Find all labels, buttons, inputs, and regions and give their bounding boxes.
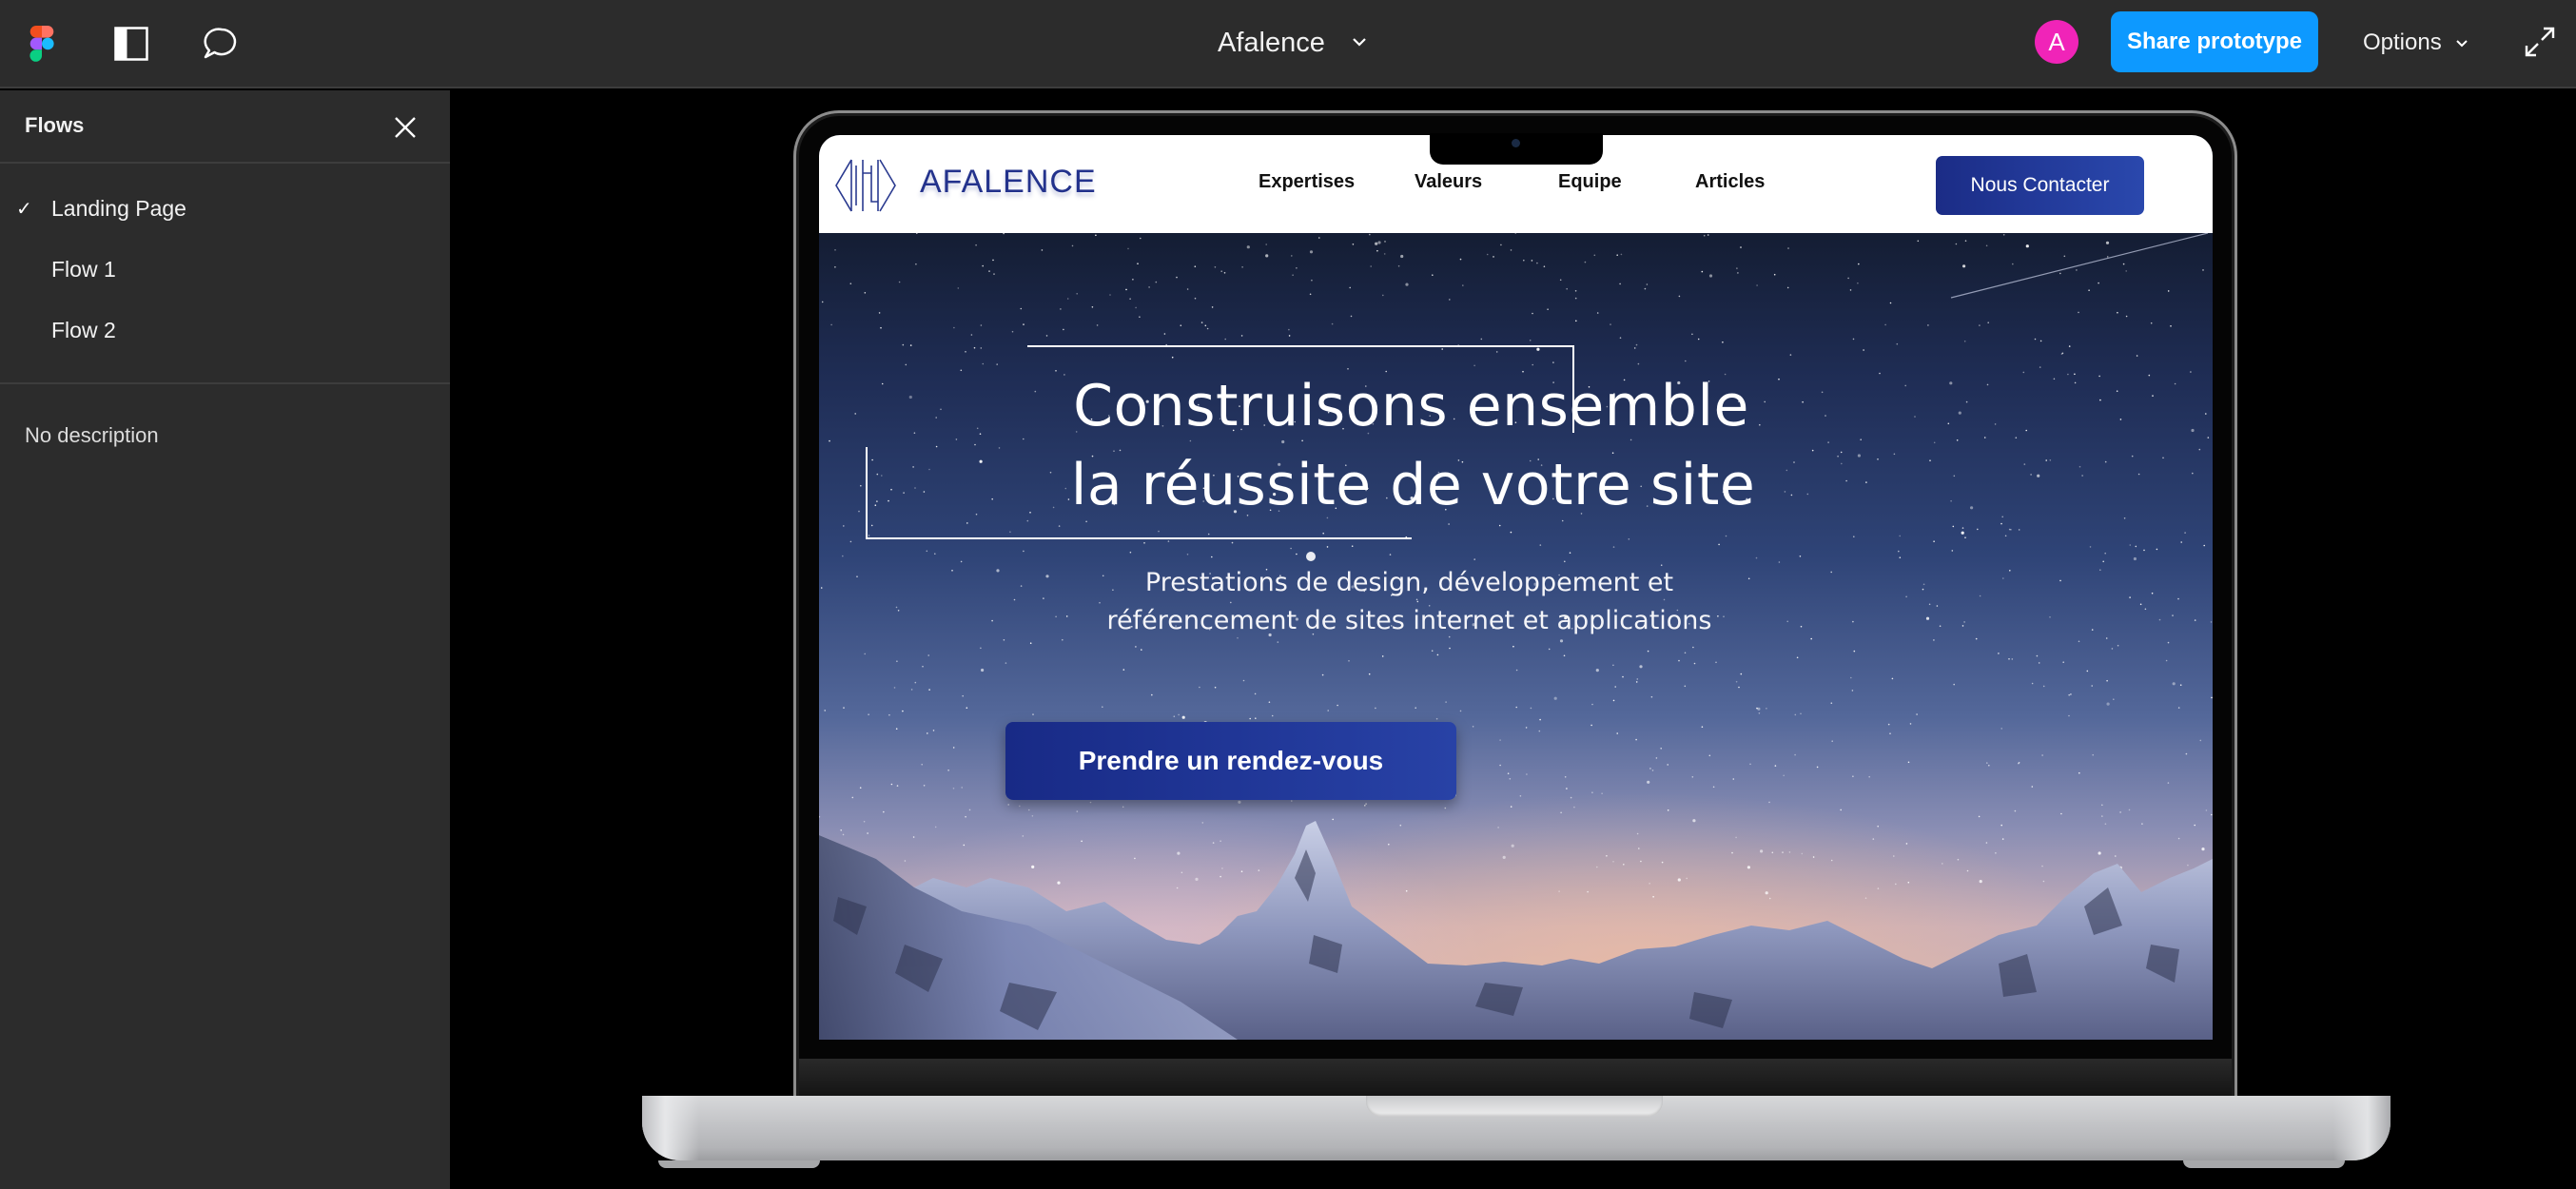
flow-item-flow-1[interactable]: Flow 1: [0, 241, 450, 298]
book-appointment-button[interactable]: Prendre un rendez-vous: [1005, 722, 1456, 800]
laptop-bezel: [799, 1059, 2232, 1097]
site-brand-name[interactable]: AFALENCE: [920, 164, 1097, 201]
hero-section: Construisons ensemble la réussite de vot…: [819, 233, 2213, 1040]
flow-item-label: Flow 2: [51, 317, 116, 342]
check-icon: ✓: [16, 198, 32, 220]
hero-subtitle-line-2: référencement de sites internet et appli…: [1106, 606, 1712, 635]
file-title-dropdown[interactable]: Afalence: [1218, 21, 1367, 65]
flows-panel-header: Flows: [0, 90, 450, 164]
hero-title-line-1: Construisons ensemble: [1073, 373, 1749, 439]
flow-description: No description: [25, 423, 159, 447]
user-avatar[interactable]: A: [2035, 20, 2078, 64]
flows-panel: Flows ✓ Landing Page Flow 1 Flow 2 No de…: [0, 90, 450, 1189]
laptop-screen: AFALENCE Expertises Valeurs Equipe Artic…: [819, 135, 2213, 1040]
mountain-landscape-image: [819, 821, 2213, 1040]
decorative-line-top: [1027, 345, 1573, 347]
sidebar-toggle-icon[interactable]: [110, 23, 152, 65]
close-icon[interactable]: [388, 110, 422, 145]
flow-item-flow-2[interactable]: Flow 2: [0, 302, 450, 359]
flows-panel-title: Flows: [25, 113, 85, 137]
fullscreen-expand-icon[interactable]: [2523, 25, 2557, 59]
comment-icon[interactable]: [200, 23, 242, 65]
nav-expertises[interactable]: Expertises: [1259, 171, 1355, 193]
laptop-hinge: [1366, 1096, 1663, 1117]
flow-item-label: Landing Page: [51, 195, 186, 221]
chevron-down-icon: [1352, 31, 1367, 51]
chevron-down-icon: [2455, 35, 2469, 51]
flow-item-label: Flow 1: [51, 256, 116, 282]
options-dropdown[interactable]: Options: [2363, 21, 2469, 65]
flow-item-landing-page[interactable]: ✓ Landing Page: [0, 180, 450, 237]
camera-icon: [1512, 139, 1520, 147]
share-prototype-button[interactable]: Share prototype: [2111, 11, 2318, 72]
laptop-foot-left: [658, 1160, 820, 1168]
file-title: Afalence: [1218, 27, 1325, 58]
hero-title-line-2: la réussite de votre site: [1070, 452, 1756, 518]
nav-articles[interactable]: Articles: [1695, 171, 1765, 193]
nav-valeurs[interactable]: Valeurs: [1415, 171, 1482, 193]
contact-button[interactable]: Nous Contacter: [1936, 156, 2144, 215]
decorative-line-bottom: [866, 537, 1412, 539]
laptop-foot-right: [2183, 1160, 2345, 1168]
figma-logo-icon[interactable]: [21, 23, 63, 65]
nav-equipe[interactable]: Equipe: [1558, 171, 1622, 193]
afalence-logo-icon[interactable]: [834, 156, 897, 215]
top-bar: Afalence A Share prototype Options: [0, 0, 2576, 88]
options-label: Options: [2363, 29, 2442, 55]
hero-subtitle-line-1: Prestations de design, développement et: [1144, 568, 1674, 597]
laptop-notch: [1430, 133, 1603, 165]
flow-list: ✓ Landing Page Flow 1 Flow 2: [0, 166, 450, 384]
